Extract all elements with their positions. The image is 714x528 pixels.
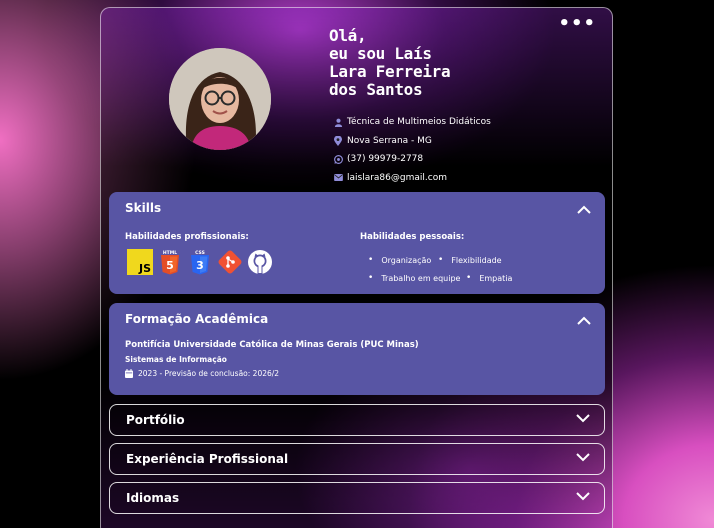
skills-title[interactable]: Skills (125, 201, 161, 215)
calendar-icon (125, 369, 133, 378)
portfolio-title: Portfólio (126, 413, 185, 427)
info-phone[interactable]: (37) 99979-2778 (333, 150, 491, 169)
svg-text:5: 5 (166, 259, 174, 272)
github-icon (247, 248, 273, 276)
mail-icon (333, 173, 343, 183)
location-pin-icon (333, 135, 343, 146)
personal-skills-label: Habilidades pessoais: (360, 232, 465, 242)
experience-section[interactable]: Experiência Profissional (109, 443, 605, 475)
contact-info: Técnica de Multimeios Didáticos Nova Ser… (333, 113, 491, 187)
person-icon (333, 117, 343, 127)
chevron-down-icon[interactable] (576, 452, 590, 462)
period-text: 2023 - Previsão de conclusão: 2026/2 (138, 369, 280, 378)
greeting-line: Olá, (329, 26, 367, 45)
chevron-down-icon[interactable] (576, 491, 590, 501)
profile-card: ••• Olá, eu sou Laís Lara Ferreira dos S… (100, 7, 613, 528)
more-options-icon[interactable]: ••• (558, 15, 596, 33)
html5-icon: HTML 5 (157, 248, 183, 276)
period-row: 2023 - Previsão de conclusão: 2026/2 (125, 369, 279, 378)
course-name: Sistemas de Informação (125, 355, 227, 364)
languages-section[interactable]: Idiomas (109, 482, 605, 514)
greeting-line: dos Santos (329, 80, 423, 99)
greeting-line: eu sou Laís (329, 44, 432, 63)
education-panel: Formação Acadêmica Pontifícia Universida… (109, 303, 605, 395)
whatsapp-icon (333, 154, 343, 164)
personal-skill-item: Empatia (466, 273, 512, 283)
svg-text:JS: JS (138, 262, 151, 275)
chevron-down-icon[interactable] (576, 413, 590, 423)
info-role: Técnica de Multimeios Didáticos (333, 113, 491, 132)
chevron-up-icon[interactable] (577, 205, 591, 215)
role-text: Técnica de Multimeios Didáticos (347, 117, 491, 128)
tech-icons: JS HTML 5 CSS 3 (127, 248, 273, 276)
css3-icon: CSS 3 (187, 248, 213, 276)
personal-skill-item: Flexibilidade (438, 255, 501, 265)
javascript-icon: JS (127, 248, 153, 276)
info-location: Nova Serrana - MG (333, 132, 491, 151)
greeting-line: Lara Ferreira (329, 62, 451, 81)
avatar (169, 48, 271, 150)
chevron-up-icon[interactable] (577, 316, 591, 326)
info-email[interactable]: laislara86@gmail.com (333, 169, 491, 188)
location-text: Nova Serrana - MG (347, 135, 432, 146)
git-icon (217, 248, 243, 276)
portfolio-section[interactable]: Portfólio (109, 404, 605, 436)
institution-name: Pontifícia Universidade Católica de Mina… (125, 340, 419, 350)
experience-title: Experiência Profissional (126, 452, 289, 466)
svg-text:3: 3 (196, 259, 204, 272)
greeting-title: Olá, eu sou Laís Lara Ferreira dos Santo… (329, 26, 451, 99)
email-text: laislara86@gmail.com (347, 172, 447, 183)
languages-title: Idiomas (126, 491, 180, 505)
phone-text: (37) 99979-2778 (347, 154, 424, 165)
personal-skill-item: Organização (368, 255, 431, 265)
education-title[interactable]: Formação Acadêmica (125, 312, 268, 326)
personal-skill-item: Trabalho em equipe (368, 273, 460, 283)
professional-skills-label: Habilidades profissionais: (125, 232, 249, 242)
skills-panel: Skills Habilidades profissionais: Habili… (109, 192, 605, 294)
